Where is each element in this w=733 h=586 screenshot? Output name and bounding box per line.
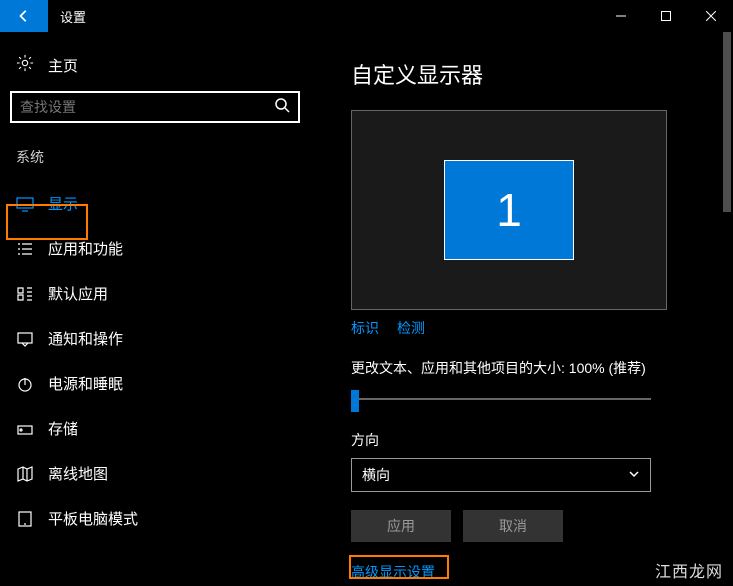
search-icon bbox=[274, 97, 290, 118]
monitor-1[interactable]: 1 bbox=[444, 160, 574, 260]
monitor-arrangement[interactable]: 1 bbox=[351, 110, 667, 310]
nav-label: 应用和功能 bbox=[48, 238, 123, 259]
nav-storage[interactable]: 存储 bbox=[0, 406, 315, 451]
scrollbar[interactable] bbox=[721, 32, 733, 586]
page-heading: 自定义显示器 bbox=[351, 58, 697, 90]
home-label: 主页 bbox=[48, 55, 78, 76]
search-input[interactable] bbox=[10, 91, 300, 123]
orientation-value: 横向 bbox=[362, 465, 390, 485]
apply-button[interactable]: 应用 bbox=[351, 510, 451, 542]
orientation-select[interactable]: 横向 bbox=[351, 458, 651, 492]
storage-icon bbox=[16, 420, 34, 438]
nav-label: 离线地图 bbox=[48, 463, 108, 484]
advanced-display-link[interactable]: 高级显示设置 bbox=[351, 562, 435, 582]
orientation-label: 方向 bbox=[351, 430, 697, 450]
minimize-button[interactable] bbox=[598, 0, 643, 32]
power-icon bbox=[16, 375, 34, 393]
detect-link[interactable]: 检测 bbox=[397, 318, 425, 338]
gear-icon bbox=[16, 54, 34, 77]
close-icon bbox=[706, 11, 716, 21]
scroll-thumb[interactable] bbox=[723, 32, 731, 212]
chevron-down-icon bbox=[628, 467, 640, 483]
search-field[interactable] bbox=[20, 99, 274, 115]
nav-label: 平板电脑模式 bbox=[48, 508, 138, 529]
maximize-button[interactable] bbox=[643, 0, 688, 32]
sidebar: 主页 系统 显示 应用和功能 默认应用 通知和操作 bbox=[0, 32, 315, 586]
slider-track bbox=[351, 398, 651, 400]
nav-apps[interactable]: 应用和功能 bbox=[0, 226, 315, 271]
arrow-left-icon bbox=[17, 9, 31, 23]
close-button[interactable] bbox=[688, 0, 733, 32]
nav-notifications[interactable]: 通知和操作 bbox=[0, 316, 315, 361]
nav-tablet[interactable]: 平板电脑模式 bbox=[0, 496, 315, 541]
display-icon bbox=[16, 195, 34, 213]
title-bar: 设置 bbox=[0, 0, 733, 32]
notification-icon bbox=[16, 330, 34, 348]
identify-link[interactable]: 标识 bbox=[351, 318, 379, 338]
category-label: 系统 bbox=[0, 143, 315, 173]
tablet-icon bbox=[16, 510, 34, 528]
nav-label: 存储 bbox=[48, 418, 78, 439]
window-title: 设置 bbox=[60, 7, 86, 26]
nav-label: 默认应用 bbox=[48, 283, 108, 304]
cancel-button[interactable]: 取消 bbox=[463, 510, 563, 542]
nav-display[interactable]: 显示 bbox=[0, 181, 315, 226]
nav-power[interactable]: 电源和睡眠 bbox=[0, 361, 315, 406]
maximize-icon bbox=[661, 11, 671, 21]
nav-list: 显示 应用和功能 默认应用 通知和操作 电源和睡眠 存储 bbox=[0, 181, 315, 541]
minimize-icon bbox=[616, 11, 626, 21]
nav-label: 通知和操作 bbox=[48, 328, 123, 349]
list-icon bbox=[16, 240, 34, 258]
nav-default-apps[interactable]: 默认应用 bbox=[0, 271, 315, 316]
nav-label: 电源和睡眠 bbox=[48, 373, 123, 394]
default-apps-icon bbox=[16, 285, 34, 303]
slider-thumb[interactable] bbox=[351, 390, 359, 412]
map-icon bbox=[16, 465, 34, 483]
nav-label: 显示 bbox=[48, 193, 78, 214]
nav-maps[interactable]: 离线地图 bbox=[0, 451, 315, 496]
back-button[interactable] bbox=[0, 0, 48, 32]
main-panel: 自定义显示器 1 标识 检测 更改文本、应用和其他项目的大小: 100% (推荐… bbox=[315, 32, 733, 586]
scale-slider[interactable] bbox=[351, 388, 651, 412]
home-link[interactable]: 主页 bbox=[0, 46, 315, 91]
scale-label: 更改文本、应用和其他项目的大小: 100% (推荐) bbox=[351, 358, 697, 378]
